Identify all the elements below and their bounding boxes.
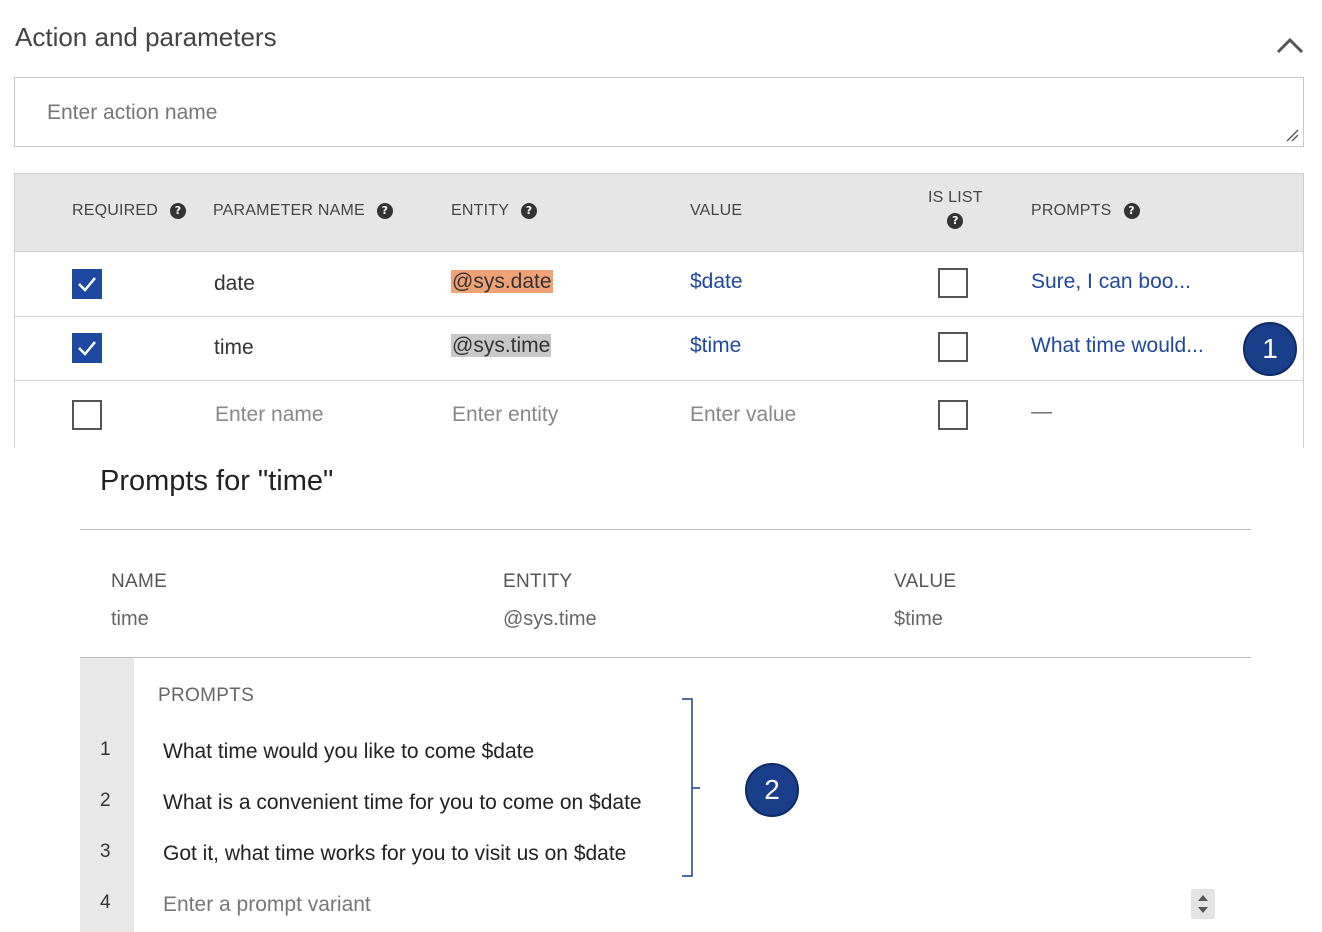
header-value-label: VALUE (690, 202, 743, 219)
header-required: REQUIRED ? (72, 202, 187, 220)
help-icon[interactable]: ? (947, 213, 964, 229)
action-name-placeholder: Enter action name (47, 101, 218, 124)
header-value: VALUE (690, 202, 742, 220)
entity-value: @sys.time (451, 334, 552, 357)
dialog-title: Prompts for "time" (100, 465, 334, 497)
action-name-input[interactable]: Enter action name (14, 77, 1304, 147)
header-prompts: PROMPTS ? (1031, 202, 1140, 220)
callout-marker-2: 2 (745, 763, 799, 817)
prompts-link[interactable]: Sure, I can boo... (1031, 270, 1191, 294)
meta-value-entity: @sys.time (503, 608, 597, 630)
header-required-label: REQUIRED (72, 202, 159, 219)
prompt-variant[interactable]: What time would you like to come $date (163, 740, 534, 764)
help-icon[interactable]: ? (1123, 203, 1140, 219)
help-icon[interactable]: ? (376, 203, 393, 219)
parameter-row: time @sys.time $time What time would... (15, 316, 1303, 381)
meta-label-name: NAME (111, 571, 168, 592)
is-list-checkbox[interactable] (938, 332, 968, 362)
prompt-variant-input[interactable]: Enter a prompt variant (163, 893, 371, 917)
required-checkbox[interactable] (72, 269, 102, 299)
required-checkbox[interactable] (72, 333, 102, 363)
spinner-arrows-icon[interactable] (1191, 889, 1215, 919)
entity-value: @sys.date (451, 270, 553, 293)
prompt-number: 4 (100, 892, 111, 913)
prompts-link[interactable]: What time would... (1031, 334, 1204, 358)
entity-input[interactable]: Enter entity (452, 403, 558, 427)
parameter-row-new: Enter name Enter entity Enter value — (15, 380, 1303, 444)
required-checkbox[interactable] (72, 400, 102, 430)
prompts-empty: — (1031, 400, 1052, 423)
parameters-table-header: REQUIRED ? PARAMETER NAME ? ENTITY ? VAL… (15, 174, 1303, 252)
checkmark-icon (78, 277, 96, 292)
chevron-up-icon[interactable] (1275, 34, 1305, 56)
meta-label-value: VALUE (894, 571, 957, 592)
entity-cell[interactable]: @sys.date (451, 270, 553, 294)
prompt-variant[interactable]: What is a convenient time for you to com… (163, 791, 642, 815)
meta-value-value: $time (894, 608, 943, 630)
parameter-name-input[interactable]: Enter name (215, 403, 324, 427)
value-input[interactable]: Enter value (690, 403, 796, 427)
parameter-row: date @sys.date $date Sure, I can boo... (15, 252, 1303, 317)
prompt-number: 2 (100, 790, 111, 811)
is-list-checkbox[interactable] (938, 268, 968, 298)
parameter-name[interactable]: date (214, 272, 255, 296)
header-is-list-label: IS LIST (928, 189, 983, 206)
help-icon[interactable]: ? (170, 203, 187, 219)
header-entity: ENTITY ? (451, 202, 538, 220)
meta-value-name: time (111, 608, 149, 630)
header-parameter-name-label: PARAMETER NAME (213, 202, 365, 219)
is-list-checkbox[interactable] (938, 400, 968, 430)
header-is-list: IS LIST ? (928, 189, 983, 229)
parameter-name[interactable]: time (214, 336, 254, 360)
divider (80, 657, 1251, 658)
header-prompts-label: PROMPTS (1031, 202, 1112, 219)
help-icon[interactable]: ? (521, 203, 538, 219)
checkmark-icon (78, 341, 96, 356)
parameter-value[interactable]: $date (690, 270, 743, 294)
entity-cell[interactable]: @sys.time (451, 334, 552, 358)
divider (80, 529, 1251, 530)
section-title: Action and parameters (15, 22, 277, 52)
meta-label-entity: ENTITY (503, 571, 573, 592)
callout-marker-1: 1 (1243, 322, 1297, 376)
parameter-value[interactable]: $time (690, 334, 741, 358)
prompt-variant[interactable]: Got it, what time works for you to visit… (163, 842, 626, 866)
prompt-number: 3 (100, 841, 111, 862)
header-parameter-name: PARAMETER NAME ? (213, 202, 393, 220)
prompt-number: 1 (100, 739, 111, 760)
bracket-annotation (682, 698, 700, 877)
parameters-table: REQUIRED ? PARAMETER NAME ? ENTITY ? VAL… (14, 173, 1304, 448)
prompts-column-label: PROMPTS (158, 685, 255, 706)
header-entity-label: ENTITY (451, 202, 510, 219)
resize-grip-icon[interactable] (1285, 128, 1299, 142)
